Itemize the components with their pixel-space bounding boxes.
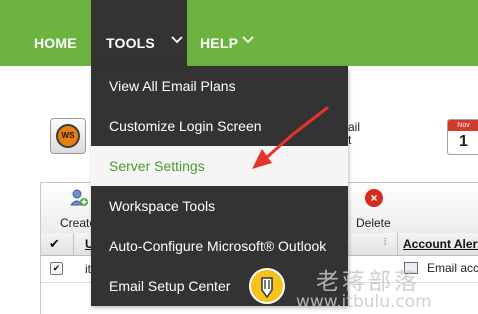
watermark-chinese-text: 老蒋部落 [316, 269, 420, 295]
nav-home-label: HOME [34, 35, 77, 51]
nav-tools[interactable]: TOOLS [91, 0, 187, 66]
workspace-icon-label: WS [56, 124, 80, 148]
top-nav-bar: HOME TOOLS HELP [0, 0, 478, 66]
column-resize-grip-icon[interactable]: ⦙ [384, 237, 386, 248]
grid-left-border [40, 182, 41, 314]
nav-home[interactable]: HOME [34, 0, 77, 66]
workspace-icon[interactable]: WS [50, 118, 86, 154]
column-separator [73, 233, 74, 255]
watermark-url-text: www.itbulu.com [296, 292, 432, 312]
row-alert-cell: Email account [427, 261, 478, 275]
menu-item-auto-configure-outlook[interactable]: Auto-Configure Microsoft® Outlook [91, 226, 348, 266]
nav-help[interactable]: HELP [200, 0, 254, 66]
menu-item-view-all-email-plans[interactable]: View All Email Plans [91, 66, 348, 106]
chevron-down-icon [242, 36, 254, 44]
calendar-month: Nov [448, 120, 478, 131]
delete-icon: × [365, 189, 383, 207]
chevron-down-icon [171, 36, 183, 44]
pencil-logo-icon [249, 268, 285, 304]
calendar-day: 1 [459, 133, 468, 150]
menu-item-server-settings[interactable]: Server Settings [91, 146, 348, 186]
nav-help-label: HELP [200, 35, 239, 51]
partial-label: ail t [348, 121, 360, 147]
row-checkbox[interactable]: ✔ [50, 262, 63, 275]
partial-label-line2: t [348, 133, 352, 147]
pencil-logo-glyph [261, 277, 273, 299]
column-header-account-alerts[interactable]: Account Alerts [403, 237, 478, 251]
delete-button-label: Delete [356, 216, 391, 230]
delete-button[interactable]: × Delete [356, 189, 396, 230]
tools-dropdown-menu: View All Email Plans Customize Login Scr… [91, 66, 348, 306]
menu-item-workspace-tools[interactable]: Workspace Tools [91, 186, 348, 226]
column-separator [397, 233, 398, 255]
calendar-icon[interactable]: Nov 1 [447, 119, 478, 155]
page: HOME TOOLS HELP WS ail t Nov 1 Create × … [0, 0, 478, 314]
menu-item-customize-login-screen[interactable]: Customize Login Screen [91, 106, 348, 146]
add-user-icon [70, 189, 88, 206]
select-all-checkmark-icon[interactable]: ✔ [49, 236, 60, 252]
